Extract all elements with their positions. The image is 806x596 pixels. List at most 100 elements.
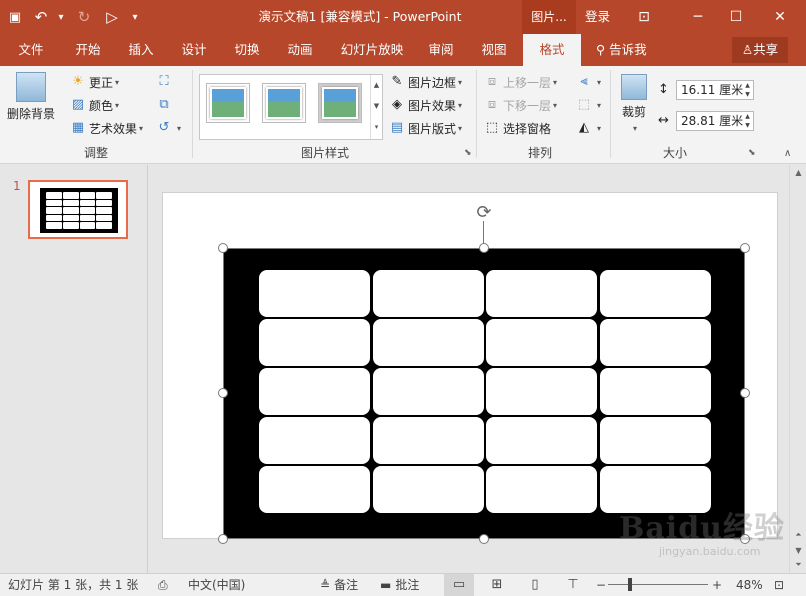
tab-design[interactable]: 设计 <box>168 34 220 66</box>
rotate-handle-icon[interactable]: ⟳ <box>474 203 494 223</box>
height-icon: ↕ <box>658 82 669 97</box>
picture-styles-group-label: 图片样式 <box>300 146 349 160</box>
resize-handle-right[interactable] <box>740 388 750 398</box>
slide-sorter-view-button[interactable]: ⊞ <box>482 574 512 596</box>
align-button[interactable]: ⫷ ▾ <box>576 72 601 92</box>
slideshow-view-button[interactable]: ⊤ <box>558 574 588 596</box>
zoom-slider-thumb[interactable] <box>628 578 632 591</box>
ribbon-display-icon[interactable]: ⊡ <box>626 0 662 34</box>
align-icon: ⫷ <box>580 74 588 89</box>
grid-cell <box>372 466 484 513</box>
tab-home[interactable]: 开始 <box>62 34 114 66</box>
artistic-effects-button[interactable]: ▦ 艺术效果 ▾ <box>70 118 143 138</box>
send-backward-button[interactable]: ⧈ 下移一层 ▾ <box>484 95 557 115</box>
reading-view-button[interactable]: ▯ <box>520 574 550 596</box>
picture-border-label: 图片边框 <box>408 75 457 90</box>
picture-style-option[interactable] <box>262 83 306 123</box>
zoom-level[interactable]: 48% <box>736 574 763 596</box>
reading-view-icon: ▯ <box>531 577 539 592</box>
slide-canvas[interactable]: ⟳ <box>163 193 777 544</box>
language-indicator[interactable]: 中文(中国) <box>188 574 245 596</box>
grid-cell <box>599 368 711 415</box>
compress-pictures-button[interactable]: ⛶ <box>156 72 175 92</box>
tab-slideshow[interactable]: 幻灯片放映 <box>332 34 412 66</box>
tell-me-label: 告诉我 <box>609 42 647 57</box>
tab-transitions[interactable]: 切换 <box>222 34 272 66</box>
minimize-icon[interactable]: ─ <box>680 0 716 34</box>
tab-format[interactable]: 格式 <box>523 34 581 66</box>
selected-picture[interactable] <box>223 248 745 539</box>
gallery-scroll[interactable]: ▲ ▼ ▾ <box>370 75 382 139</box>
zoom-in-button[interactable]: + <box>712 574 722 596</box>
dialog-launcher-icon[interactable]: ⬊ <box>464 148 472 158</box>
compress-icon: ⛶ <box>159 74 169 89</box>
save-icon[interactable]: ▣ <box>0 0 30 34</box>
picture-layout-button[interactable]: ▤ 图片版式 ▾ <box>389 118 462 138</box>
zoom-slider-track[interactable] <box>608 584 708 585</box>
group-button[interactable]: ⬚ ▾ <box>576 95 601 115</box>
tab-insert[interactable]: 插入 <box>116 34 166 66</box>
tab-file[interactable]: 文件 <box>8 34 54 66</box>
picture-tools-context-tab[interactable]: 图片... <box>522 0 576 34</box>
fit-slide-icon[interactable]: ⊡ <box>774 574 784 596</box>
zoom-out-button[interactable]: − <box>596 574 606 596</box>
notes-label: 备注 <box>334 578 359 592</box>
sun-icon: ☀ <box>72 74 84 89</box>
picture-style-option[interactable] <box>318 83 362 123</box>
scroll-up-icon[interactable]: ▲ <box>790 165 806 181</box>
picture-style-option[interactable] <box>206 83 250 123</box>
dialog-launcher-icon[interactable]: ⬊ <box>748 148 756 158</box>
spelling-check-icon[interactable]: ⎙ <box>158 574 168 596</box>
slide-counter: 幻灯片 第 1 张，共 1 张 <box>8 578 139 592</box>
picture-effects-button[interactable]: ◈ 图片效果 ▾ <box>389 95 462 115</box>
crop-button[interactable]: 裁剪 ▾ <box>616 74 652 134</box>
remove-background-button[interactable]: 删除背景 <box>4 72 58 122</box>
change-picture-button[interactable]: ⧉ <box>156 95 175 115</box>
resize-handle-top-right[interactable] <box>740 243 750 253</box>
status-bar: 幻灯片 第 1 张，共 1 张 ⎙ 中文(中国) ≜ 备注 ▬ 批注 ▭ ⊞ ▯ ⊤… <box>0 573 806 596</box>
maximize-icon[interactable]: ☐ <box>718 0 754 34</box>
reset-picture-button[interactable]: ↺ ▾ <box>156 118 181 138</box>
share-button[interactable]: ♙共享 <box>732 37 788 63</box>
grid-cell <box>259 319 370 366</box>
normal-view-button[interactable]: ▭ <box>444 574 474 596</box>
resize-handle-bottom-left[interactable] <box>218 534 228 544</box>
grid-cell <box>372 319 484 366</box>
collapse-ribbon-icon[interactable]: ∧ <box>784 148 791 159</box>
tab-review[interactable]: 审阅 <box>416 34 466 66</box>
width-spinner[interactable]: ▲ ▼ <box>742 112 753 130</box>
resize-handle-bottom[interactable] <box>479 534 489 544</box>
group-separator <box>610 70 611 158</box>
tell-me-search[interactable]: ⚲ 告诉我 <box>596 34 647 66</box>
picture-border-button[interactable]: ✎ 图片边框 ▾ <box>389 72 462 92</box>
color-button[interactable]: ▨ 颜色 ▾ <box>70 95 119 115</box>
close-icon[interactable]: ✕ <box>762 0 798 34</box>
corrections-button[interactable]: ☀ 更正 ▾ <box>70 72 119 92</box>
bring-forward-button[interactable]: ⧈ 上移一层 ▾ <box>484 72 557 92</box>
resize-handle-top-left[interactable] <box>218 243 228 253</box>
width-field[interactable]: 28.81 厘米 ▲ ▼ <box>676 111 754 131</box>
present-icon[interactable]: ▷ <box>98 0 126 34</box>
tab-view[interactable]: 视图 <box>468 34 520 66</box>
tab-animations[interactable]: 动画 <box>274 34 326 66</box>
slide-thumbnail[interactable] <box>28 180 128 239</box>
size-group-label: 大小 <box>662 146 687 160</box>
grid-cell <box>372 270 484 317</box>
normal-view-icon: ▭ <box>452 577 466 592</box>
comments-button[interactable]: ▬ 批注 <box>380 574 419 596</box>
resize-handle-top[interactable] <box>479 243 489 253</box>
selection-pane-button[interactable]: ⬚ 选择窗格 <box>484 118 551 138</box>
ribbon-tabs: 文件 开始 插入 设计 切换 动画 幻灯片放映 审阅 视图 格式 ⚲ 告诉我 ♙… <box>0 34 806 66</box>
customize-qat-icon[interactable]: ▾ <box>126 0 144 34</box>
chevron-down-icon: ▾ <box>458 100 463 110</box>
redo-icon[interactable]: ↻ <box>70 0 98 34</box>
chevron-down-icon: ▾ <box>597 77 602 87</box>
rotate-button[interactable]: ◭ ▾ <box>576 118 601 138</box>
height-field[interactable]: 16.11 厘米 ▲ ▼ <box>676 80 754 100</box>
height-spinner[interactable]: ▲ ▼ <box>742 81 753 99</box>
notes-button[interactable]: ≜ 备注 <box>320 574 358 596</box>
undo-dropdown-icon[interactable]: ▾ <box>52 0 70 34</box>
resize-handle-left[interactable] <box>218 388 228 398</box>
login-link[interactable]: 登录 <box>585 0 610 34</box>
undo-icon[interactable]: ↶ <box>30 0 52 34</box>
